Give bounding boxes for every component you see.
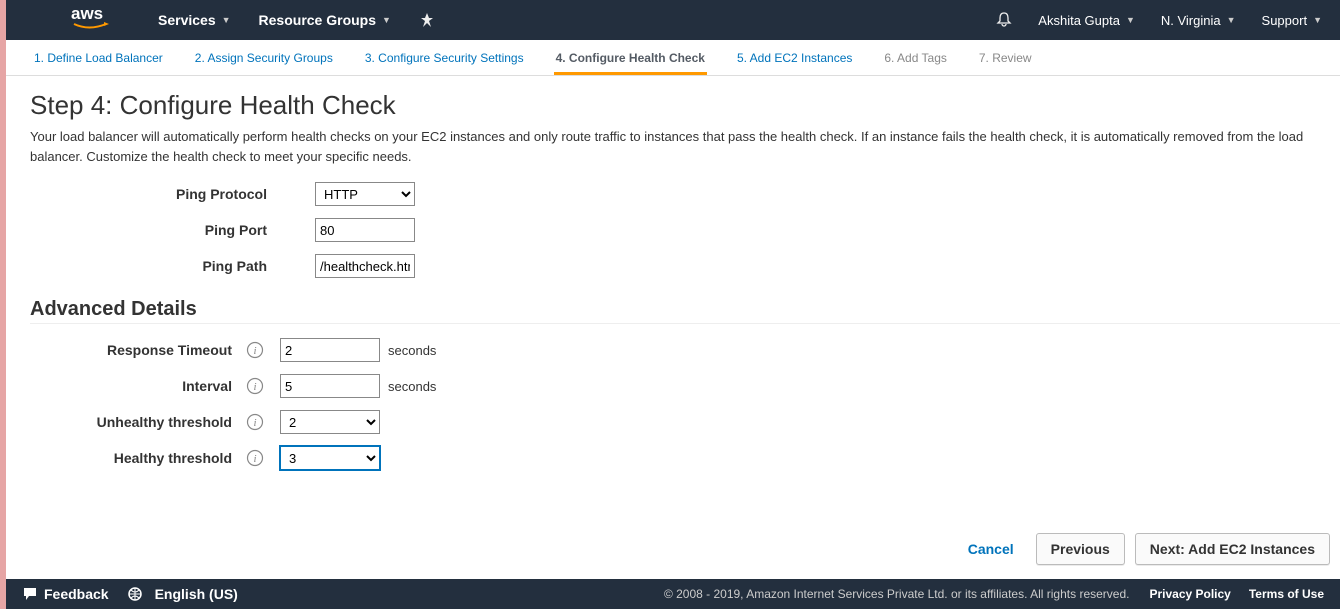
section-advanced-header: Advanced Details bbox=[30, 298, 1340, 324]
label-ping-protocol: Ping Protocol bbox=[30, 186, 275, 202]
nav-resource-groups[interactable]: Resource Groups ▼ bbox=[259, 12, 391, 28]
svg-text:i: i bbox=[253, 345, 256, 357]
wizard-step-2[interactable]: 2. Assign Security Groups bbox=[193, 41, 335, 75]
info-icon[interactable]: i bbox=[246, 413, 264, 431]
input-ping-port[interactable] bbox=[315, 218, 415, 242]
label-response-timeout: Response Timeout bbox=[30, 342, 240, 358]
bell-icon bbox=[996, 11, 1012, 27]
svg-text:i: i bbox=[253, 417, 256, 429]
privacy-link[interactable]: Privacy Policy bbox=[1149, 587, 1230, 601]
terms-link[interactable]: Terms of Use bbox=[1249, 587, 1324, 601]
label-healthy-threshold: Healthy threshold bbox=[30, 450, 240, 466]
row-unhealthy-threshold: Unhealthy threshold i 2 bbox=[30, 410, 1340, 434]
svg-text:aws: aws bbox=[71, 4, 103, 23]
info-icon[interactable]: i bbox=[246, 377, 264, 395]
nav-services[interactable]: Services ▼ bbox=[158, 12, 231, 28]
select-unhealthy-threshold[interactable]: 2 bbox=[280, 410, 380, 434]
caret-down-icon: ▼ bbox=[222, 15, 231, 25]
label-ping-port: Ping Port bbox=[30, 222, 275, 238]
page-description: Your load balancer will automatically pe… bbox=[30, 127, 1340, 166]
nav-notifications[interactable] bbox=[996, 11, 1012, 30]
wizard-step-6: 6. Add Tags bbox=[882, 41, 949, 75]
nav-user-label: Akshita Gupta bbox=[1038, 13, 1120, 28]
language-label: English (US) bbox=[155, 586, 238, 602]
svg-text:i: i bbox=[253, 453, 256, 465]
wizard-step-1[interactable]: 1. Define Load Balancer bbox=[32, 41, 165, 75]
unit-seconds: seconds bbox=[388, 343, 436, 358]
nav-pin[interactable] bbox=[419, 12, 435, 28]
label-interval: Interval bbox=[30, 378, 240, 394]
wizard-step-5[interactable]: 5. Add EC2 Instances bbox=[735, 41, 854, 75]
nav-support-label: Support bbox=[1262, 13, 1308, 28]
next-button[interactable]: Next: Add EC2 Instances bbox=[1135, 533, 1330, 565]
feedback-link[interactable]: Feedback bbox=[22, 586, 109, 602]
input-interval[interactable] bbox=[280, 374, 380, 398]
wizard-step-3[interactable]: 3. Configure Security Settings bbox=[363, 41, 526, 75]
row-ping-path: Ping Path bbox=[30, 254, 1340, 278]
pin-icon bbox=[419, 12, 435, 28]
nav-region-label: N. Virginia bbox=[1161, 13, 1221, 28]
row-response-timeout: Response Timeout i seconds bbox=[30, 338, 1340, 362]
left-accent-bar bbox=[0, 0, 6, 609]
info-icon[interactable]: i bbox=[246, 449, 264, 467]
nav-resource-groups-label: Resource Groups bbox=[259, 12, 376, 28]
select-healthy-threshold[interactable]: 3 bbox=[280, 446, 380, 470]
label-ping-path: Ping Path bbox=[30, 258, 275, 274]
label-unhealthy-threshold: Unhealthy threshold bbox=[30, 414, 240, 430]
copyright-text: © 2008 - 2019, Amazon Internet Services … bbox=[664, 587, 1130, 601]
wizard-steps: 1. Define Load Balancer 2. Assign Securi… bbox=[6, 40, 1340, 76]
input-ping-path[interactable] bbox=[315, 254, 415, 278]
caret-down-icon: ▼ bbox=[1227, 15, 1236, 25]
input-response-timeout[interactable] bbox=[280, 338, 380, 362]
page-title: Step 4: Configure Health Check bbox=[30, 90, 1340, 121]
footer: Feedback English (US) © 2008 - 2019, Ama… bbox=[6, 579, 1340, 609]
button-bar: Cancel Previous Next: Add EC2 Instances bbox=[956, 533, 1330, 565]
nav-region-menu[interactable]: N. Virginia ▼ bbox=[1161, 13, 1236, 28]
globe-icon bbox=[127, 586, 143, 602]
top-nav: aws Services ▼ Resource Groups ▼ Akshita… bbox=[6, 0, 1340, 40]
language-selector[interactable]: English (US) bbox=[127, 586, 238, 602]
previous-button[interactable]: Previous bbox=[1036, 533, 1125, 565]
info-icon[interactable]: i bbox=[246, 341, 264, 359]
nav-services-label: Services bbox=[158, 12, 216, 28]
unit-seconds: seconds bbox=[388, 379, 436, 394]
nav-support-menu[interactable]: Support ▼ bbox=[1262, 13, 1322, 28]
main-content: Step 4: Configure Health Check Your load… bbox=[30, 90, 1340, 529]
caret-down-icon: ▼ bbox=[1126, 15, 1135, 25]
cancel-button[interactable]: Cancel bbox=[956, 533, 1026, 565]
svg-text:i: i bbox=[253, 381, 256, 393]
wizard-step-4: 4. Configure Health Check bbox=[554, 41, 707, 75]
row-ping-protocol: Ping Protocol HTTP bbox=[30, 182, 1340, 206]
row-interval: Interval i seconds bbox=[30, 374, 1340, 398]
feedback-label: Feedback bbox=[44, 586, 109, 602]
caret-down-icon: ▼ bbox=[382, 15, 391, 25]
caret-down-icon: ▼ bbox=[1313, 15, 1322, 25]
wizard-step-7: 7. Review bbox=[977, 41, 1034, 75]
row-ping-port: Ping Port bbox=[30, 218, 1340, 242]
row-healthy-threshold: Healthy threshold i 3 bbox=[30, 446, 1340, 470]
select-ping-protocol[interactable]: HTTP bbox=[315, 182, 415, 206]
aws-logo[interactable]: aws bbox=[71, 4, 117, 32]
speech-bubble-icon bbox=[22, 586, 38, 602]
nav-user-menu[interactable]: Akshita Gupta ▼ bbox=[1038, 13, 1135, 28]
